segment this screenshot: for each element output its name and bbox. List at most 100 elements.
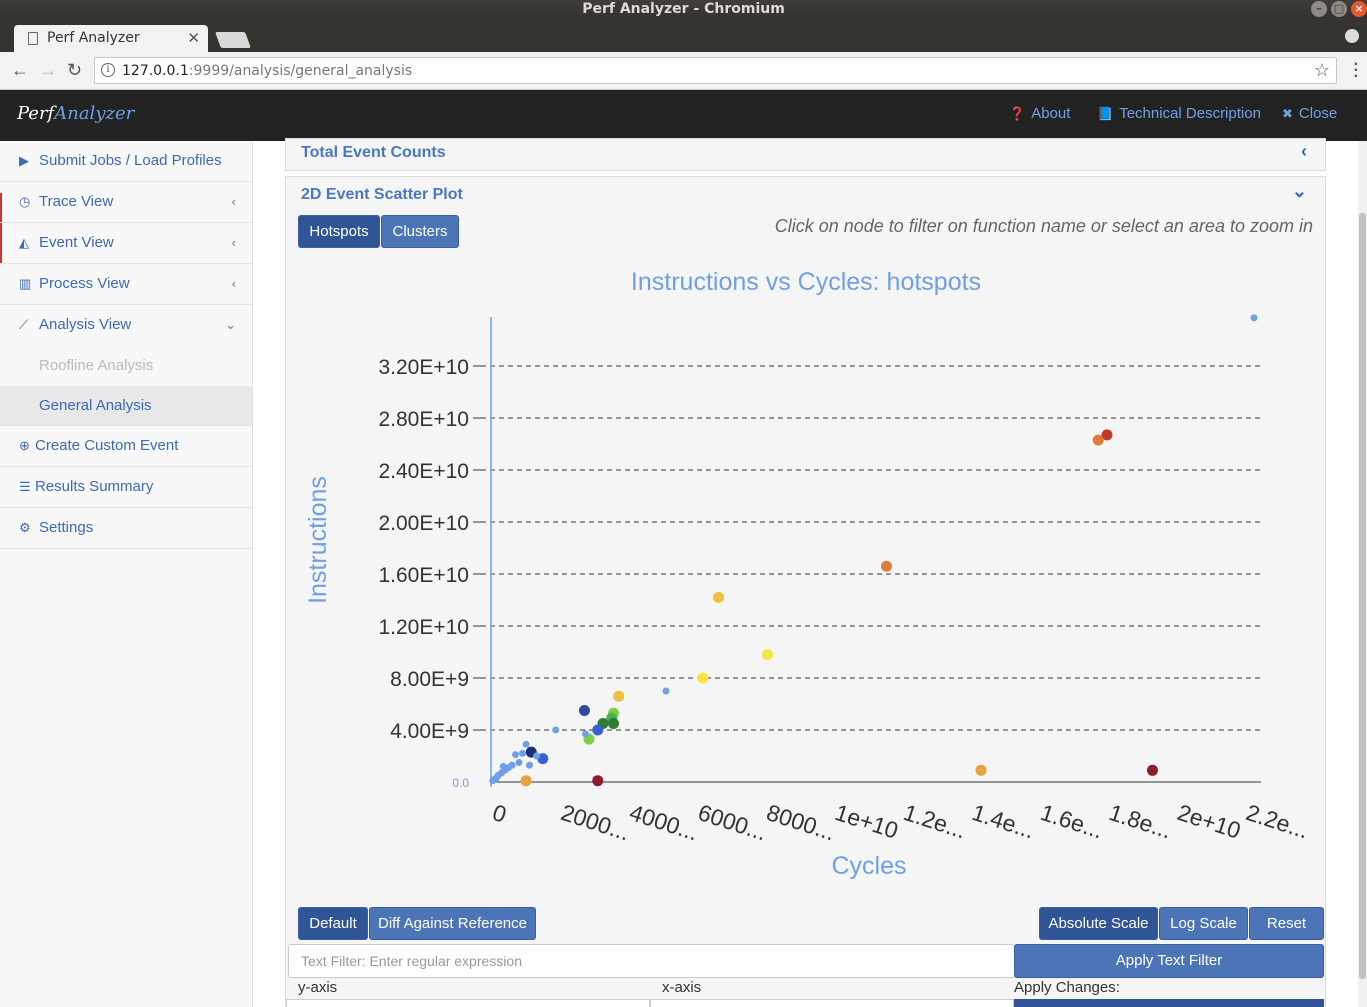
log-scale-button[interactable]: Log Scale: [1159, 907, 1248, 940]
bookmark-star-icon[interactable]: ☆: [1314, 60, 1330, 81]
sidebar-item-submit-jobs[interactable]: ▶ Submit Jobs / Load Profiles: [0, 141, 252, 182]
chevron-left-icon: ‹: [231, 276, 236, 291]
address-bar[interactable]: i 127.0.0.1:9999/analysis/general_analys…: [94, 57, 1337, 84]
hotspots-button[interactable]: Hotspots: [298, 215, 380, 248]
clusters-button[interactable]: Clusters: [381, 215, 459, 248]
url-text[interactable]: 127.0.0.1:9999/analysis/general_analysis: [122, 63, 412, 79]
apply-text-filter-button[interactable]: Apply Text Filter: [1014, 944, 1324, 978]
data-point[interactable]: [512, 751, 519, 759]
y-axis-title: Instructions: [304, 476, 332, 604]
y-tick-label: 4.00E+9: [390, 720, 469, 743]
x-tick-label: 1.4e...: [969, 799, 1038, 843]
url-path: :9999/analysis/general_analysis: [188, 63, 413, 79]
browser-menu-icon[interactable]: · · ·: [1354, 57, 1359, 85]
data-point[interactable]: [1147, 764, 1158, 776]
about-link[interactable]: ❓ About: [1009, 105, 1070, 122]
sidebar-item-trace-view[interactable]: ◷ Trace View ‹: [0, 182, 252, 223]
data-point[interactable]: [592, 775, 604, 787]
data-point[interactable]: [582, 730, 589, 738]
new-tab-button[interactable]: [215, 32, 251, 48]
browser-toolbar: ← → ↻ i 127.0.0.1:9999/analysis/general_…: [0, 52, 1367, 90]
browser-tab[interactable]: Perf Analyzer ✕: [14, 25, 208, 52]
x-tick-label: 1.8e...: [1106, 799, 1175, 843]
sidebar-item-analysis-view[interactable]: ⟋ Analysis View ⌄: [0, 305, 252, 346]
data-point[interactable]: [552, 726, 560, 734]
x-axis-label: x-axis: [662, 979, 702, 996]
data-point[interactable]: [489, 777, 497, 785]
panel-title[interactable]: Total Event Counts: [286, 139, 1325, 166]
scatter-svg[interactable]: Instructions vs Cycles: hotspots 0.0 4.00E…: [296, 262, 1317, 882]
brand-logo[interactable]: PerfAnalyzer: [17, 103, 134, 124]
sidebar-item-label: Create Custom Event: [35, 437, 179, 454]
data-point[interactable]: [578, 705, 590, 716]
info-icon[interactable]: i: [101, 63, 115, 77]
data-point[interactable]: [499, 762, 507, 770]
gear-icon: ⚙: [19, 520, 31, 535]
close-window-icon[interactable]: ×: [1351, 1, 1367, 17]
y-axis-select[interactable]: [286, 999, 650, 1007]
data-point[interactable]: [522, 740, 530, 748]
chevron-down-icon: ⌄: [225, 317, 236, 332]
data-point[interactable]: [975, 764, 987, 776]
data-point[interactable]: [533, 752, 540, 760]
y-tick-label: 2.40E+10: [378, 460, 469, 483]
data-point[interactable]: [1250, 314, 1258, 322]
minimize-icon[interactable]: –: [1311, 1, 1327, 17]
close-link[interactable]: ✖ Close: [1282, 105, 1337, 122]
y-tick-label: 8.00E+9: [390, 668, 469, 691]
page-scrollbar[interactable]: [1358, 141, 1367, 1007]
y-tick-label: 1.60E+10: [378, 564, 469, 587]
x-axis-title: Cycles: [831, 852, 906, 880]
absolute-scale-button[interactable]: Absolute Scale: [1039, 907, 1158, 940]
data-point[interactable]: [526, 761, 533, 769]
data-point[interactable]: [697, 672, 709, 684]
x-axis-select[interactable]: [650, 999, 1014, 1007]
data-point[interactable]: [662, 687, 670, 695]
panel-title[interactable]: 2D Event Scatter Plot: [286, 177, 1325, 213]
profile-icon[interactable]: [1345, 29, 1359, 43]
data-point[interactable]: [613, 690, 625, 702]
y-tick-label: 2.80E+10: [378, 408, 469, 431]
back-arrow-icon[interactable]: ←: [11, 61, 29, 79]
x-tick-label: 6000...: [695, 799, 770, 845]
chevron-left-icon[interactable]: ‹: [1301, 141, 1307, 162]
reset-button[interactable]: Reset: [1249, 907, 1324, 940]
reload-icon[interactable]: ↻: [67, 61, 82, 79]
sidebar-item-event-view[interactable]: ◭ Event View ‹: [0, 223, 252, 264]
sidebar-item-process-view[interactable]: ▥ Process View ‹: [0, 264, 252, 305]
sidebar-subitem-general-analysis[interactable]: General Analysis: [0, 386, 252, 426]
forward-arrow-icon[interactable]: →: [39, 61, 57, 79]
data-point[interactable]: [1092, 434, 1104, 446]
data-point[interactable]: [515, 759, 523, 766]
chart-title: Instructions vs Cycles: hotspots: [631, 268, 981, 296]
technical-description-link[interactable]: 📘 Technical Description: [1097, 105, 1261, 122]
x-tick-label: 1e+10: [832, 799, 901, 844]
diff-against-reference-button[interactable]: Diff Against Reference: [369, 907, 536, 940]
play-icon: ▶: [19, 153, 29, 168]
text-filter-input[interactable]: Text Filter: Enter regular expression: [288, 944, 1015, 978]
close-label: Close: [1298, 105, 1338, 122]
data-point[interactable]: [762, 649, 773, 661]
scrollbar-thumb[interactable]: [1359, 213, 1366, 979]
sidebar-item-create-custom-event[interactable]: ⊕ Create Custom Event: [0, 426, 252, 467]
sidebar-item-settings[interactable]: ⚙ Settings: [0, 508, 252, 549]
data-point[interactable]: [881, 560, 892, 572]
tab-title: Perf Analyzer: [47, 30, 140, 46]
data-point[interactable]: [519, 749, 526, 757]
apply-changes-button[interactable]: [1014, 999, 1324, 1007]
default-button[interactable]: Default: [298, 907, 368, 940]
close-icon: ✖: [1282, 106, 1293, 121]
scatter-chart[interactable]: Instructions vs Cycles: hotspots 0.0 4.00E…: [296, 262, 1317, 882]
data-point[interactable]: [608, 718, 619, 729]
sidebar-item-results-summary[interactable]: ☰ Results Summary: [0, 467, 252, 508]
sidebar-subitem-roofline[interactable]: Roofline Analysis: [0, 346, 252, 386]
tab-close-icon[interactable]: ✕: [187, 29, 200, 47]
maximize-icon[interactable]: □: [1331, 1, 1347, 17]
bar-chart-icon: ▥: [19, 276, 32, 291]
data-point[interactable]: [713, 591, 724, 603]
data-point[interactable]: [520, 775, 532, 787]
chevron-left-icon: ‹: [231, 194, 236, 209]
chevron-down-icon[interactable]: ⌄: [1292, 181, 1307, 202]
data-point[interactable]: [592, 724, 604, 736]
list-icon: ☰: [19, 479, 31, 494]
